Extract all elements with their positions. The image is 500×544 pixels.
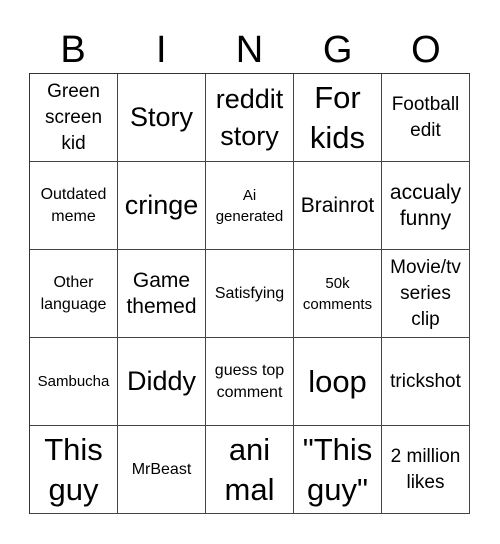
bingo-cell[interactable]: accualy funny [382,162,470,250]
cell-text: guess top comment [214,361,285,401]
bingo-cell[interactable]: Story [118,74,206,162]
cell-text: 2 million likes [390,445,461,493]
bingo-cell[interactable]: Other language [30,250,118,338]
cell-text: Sambucha [37,373,110,390]
bingo-grid: Green screen kid Story reddit story For … [29,73,470,514]
cell-text: For kids [309,79,366,155]
cell-text: Outdated meme [40,185,107,225]
bingo-cell[interactable]: MrBeast [118,426,206,514]
bingo-cell[interactable]: Outdated meme [30,162,118,250]
header-letter-g: G [322,29,353,71]
bingo-cell[interactable]: 50k comments [294,250,382,338]
bingo-cell[interactable]: reddit story [206,74,294,162]
cell-text: MrBeast [131,460,192,478]
bingo-cell[interactable]: Brainrot [294,162,382,250]
cell-text: Green screen kid [44,80,103,154]
bingo-cell[interactable]: For kids [294,74,382,162]
bingo-cell[interactable]: trickshot [382,338,470,426]
bingo-cell[interactable]: Ai generated [206,162,294,250]
header-letter-o: O [411,29,441,71]
cell-text: reddit story [215,83,284,151]
cell-text: 50k comments [302,274,373,313]
cell-text: trickshot [390,370,461,392]
cell-text: Diddy [126,366,197,396]
cell-text: ani mal [224,431,275,507]
cell-text: This guy [44,431,103,507]
bingo-cell[interactable]: cringe [118,162,206,250]
bingo-cell[interactable]: Sambucha [30,338,118,426]
bingo-cell[interactable]: guess top comment [206,338,294,426]
bingo-cell[interactable]: Game themed [118,250,206,338]
header-letter-n: N [235,29,264,71]
bingo-cell[interactable]: Football edit [382,74,470,162]
cell-text: Other language [40,273,107,313]
bingo-header: B I N G O [29,28,470,72]
cell-text: Satisfying [214,284,285,302]
cell-text: accualy funny [389,180,462,230]
bingo-cell[interactable]: "This guy" [294,426,382,514]
cell-text: Movie/tv series clip [390,256,461,330]
bingo-cell[interactable]: This guy [30,426,118,514]
cell-text: Brainrot [300,193,375,217]
bingo-cell[interactable]: Green screen kid [30,74,118,162]
cell-text: Story [129,102,194,132]
cell-text: loop [308,363,367,399]
header-letter-b: B [60,29,86,71]
cell-text: "This guy" [302,431,373,507]
cell-text: Game themed [126,268,197,318]
cell-text: Football edit [391,93,460,141]
bingo-cell[interactable]: loop [294,338,382,426]
header-letter-i: I [156,29,167,71]
bingo-cell[interactable]: Movie/tv series clip [382,250,470,338]
cell-text: Ai generated [215,186,284,225]
bingo-cell[interactable]: Satisfying [206,250,294,338]
cell-text: cringe [124,190,199,220]
bingo-cell[interactable]: 2 million likes [382,426,470,514]
bingo-cell[interactable]: Diddy [118,338,206,426]
bingo-cell[interactable]: ani mal [206,426,294,514]
